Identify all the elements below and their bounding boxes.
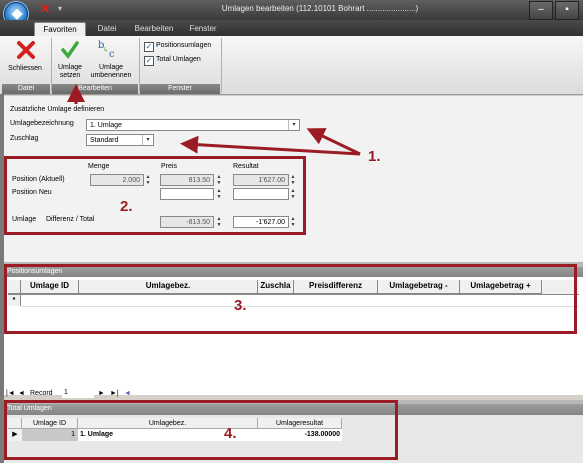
annotation-label-4: 4. — [224, 425, 237, 442]
annotation-label-1: 1. — [368, 148, 381, 165]
annotation-label-3: 3. — [234, 297, 247, 314]
annotation-arrows — [67, 84, 361, 156]
annotation-label-2: 2. — [120, 198, 133, 215]
